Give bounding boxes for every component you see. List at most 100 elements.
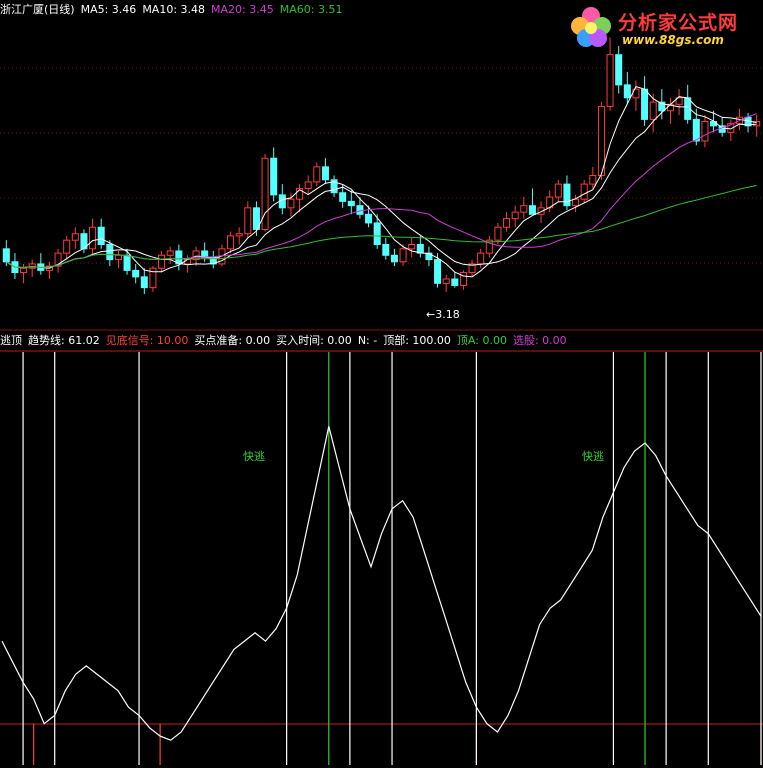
candle-body: [97, 226, 105, 246]
candle-74: [641, 76, 649, 126]
candle-27: [235, 227, 243, 245]
candle-body: [511, 211, 519, 220]
candle-7: [63, 235, 71, 260]
candle-body: [589, 174, 597, 185]
candle-body: [304, 181, 312, 189]
candle-65: [563, 175, 571, 210]
candle-55: [477, 248, 485, 269]
candle-3: [28, 259, 36, 277]
candle-5: [45, 261, 53, 280]
candle-body: [494, 226, 502, 241]
candle-body: [140, 276, 148, 289]
candle-30: [261, 153, 269, 232]
candle-84: [727, 119, 735, 141]
candle-19: [166, 246, 174, 264]
fast-escape-label-2: 快逃: [582, 450, 604, 463]
candle-body: [649, 101, 657, 120]
candle-body: [123, 254, 131, 271]
candle-53: [459, 270, 467, 290]
candle-10: [89, 218, 97, 256]
candle-44: [382, 238, 390, 260]
candle-body: [451, 278, 459, 286]
candle-body: [2, 248, 10, 263]
candle-body: [606, 54, 614, 107]
candle-body: [365, 213, 373, 224]
candle-body: [701, 121, 709, 142]
low-price-label: ←3.18: [426, 308, 460, 321]
candle-16: [140, 268, 148, 295]
candle-body: [20, 267, 28, 274]
candle-body: [528, 205, 536, 215]
candle-body: [580, 183, 588, 200]
trend-line: [1, 426, 762, 741]
candle-20: [175, 244, 183, 271]
candle-body: [572, 198, 580, 207]
candle-87: [753, 115, 761, 137]
candle-49: [425, 246, 433, 267]
low-price-value: 3.18: [435, 308, 460, 321]
ma20-line: [6, 113, 757, 269]
candle-70: [606, 37, 614, 111]
candle-60: [520, 197, 528, 219]
candle-body: [244, 207, 252, 235]
candle-81: [701, 115, 709, 148]
candle-35: [304, 175, 312, 195]
candle-body: [641, 88, 649, 120]
candle-31: [270, 147, 278, 202]
candle-28: [244, 201, 252, 239]
candle-body: [382, 244, 390, 256]
fast-escape-label-1: 快逃: [243, 450, 265, 463]
candle-6: [54, 248, 62, 273]
candle-78: [675, 89, 683, 116]
candle-52: [451, 272, 459, 288]
candle-75: [649, 93, 657, 133]
candle-body: [106, 244, 114, 261]
candle-body: [158, 254, 166, 269]
candle-body: [132, 269, 140, 278]
candle-body: [235, 233, 243, 237]
candle-body: [623, 84, 631, 99]
candle-body: [89, 226, 97, 250]
candle-4: [37, 253, 45, 275]
candle-body: [408, 244, 416, 250]
candle-body: [563, 183, 571, 207]
candle-54: [468, 259, 476, 277]
candle-body: [183, 259, 191, 265]
candle-67: [580, 179, 588, 204]
candle-73: [632, 80, 640, 111]
candle-body: [615, 54, 623, 86]
candle-body: [442, 278, 450, 284]
candle-body: [554, 183, 562, 198]
candle-body: [347, 200, 355, 207]
candle-body: [114, 254, 122, 261]
candle-body: [373, 222, 381, 246]
candle-11: [97, 218, 105, 249]
candle-body: [434, 259, 442, 284]
candle-79: [684, 84, 692, 124]
candle-18: [158, 250, 166, 273]
candle-58: [503, 212, 511, 232]
candle-body: [63, 239, 71, 254]
candle-14: [123, 248, 131, 275]
candle-body: [477, 252, 485, 265]
candle-body: [287, 198, 295, 209]
candle-13: [114, 250, 122, 269]
candle-body: [71, 233, 79, 241]
candle-8: [71, 227, 79, 249]
candle-body: [520, 205, 528, 213]
candle-body: [459, 272, 467, 286]
candle-77: [666, 97, 674, 124]
candle-26: [227, 231, 235, 254]
candle-15: [132, 263, 140, 284]
candle-56: [485, 235, 493, 258]
candle-body: [399, 248, 407, 263]
candle-61: [528, 188, 536, 215]
candle-40: [347, 190, 355, 215]
candle-34: [296, 184, 304, 213]
candle-body: [166, 250, 174, 256]
candle-body: [28, 263, 36, 269]
candle-body: [313, 166, 321, 183]
candle-37: [321, 158, 329, 185]
candle-17: [149, 266, 157, 292]
candle-body: [270, 157, 278, 196]
